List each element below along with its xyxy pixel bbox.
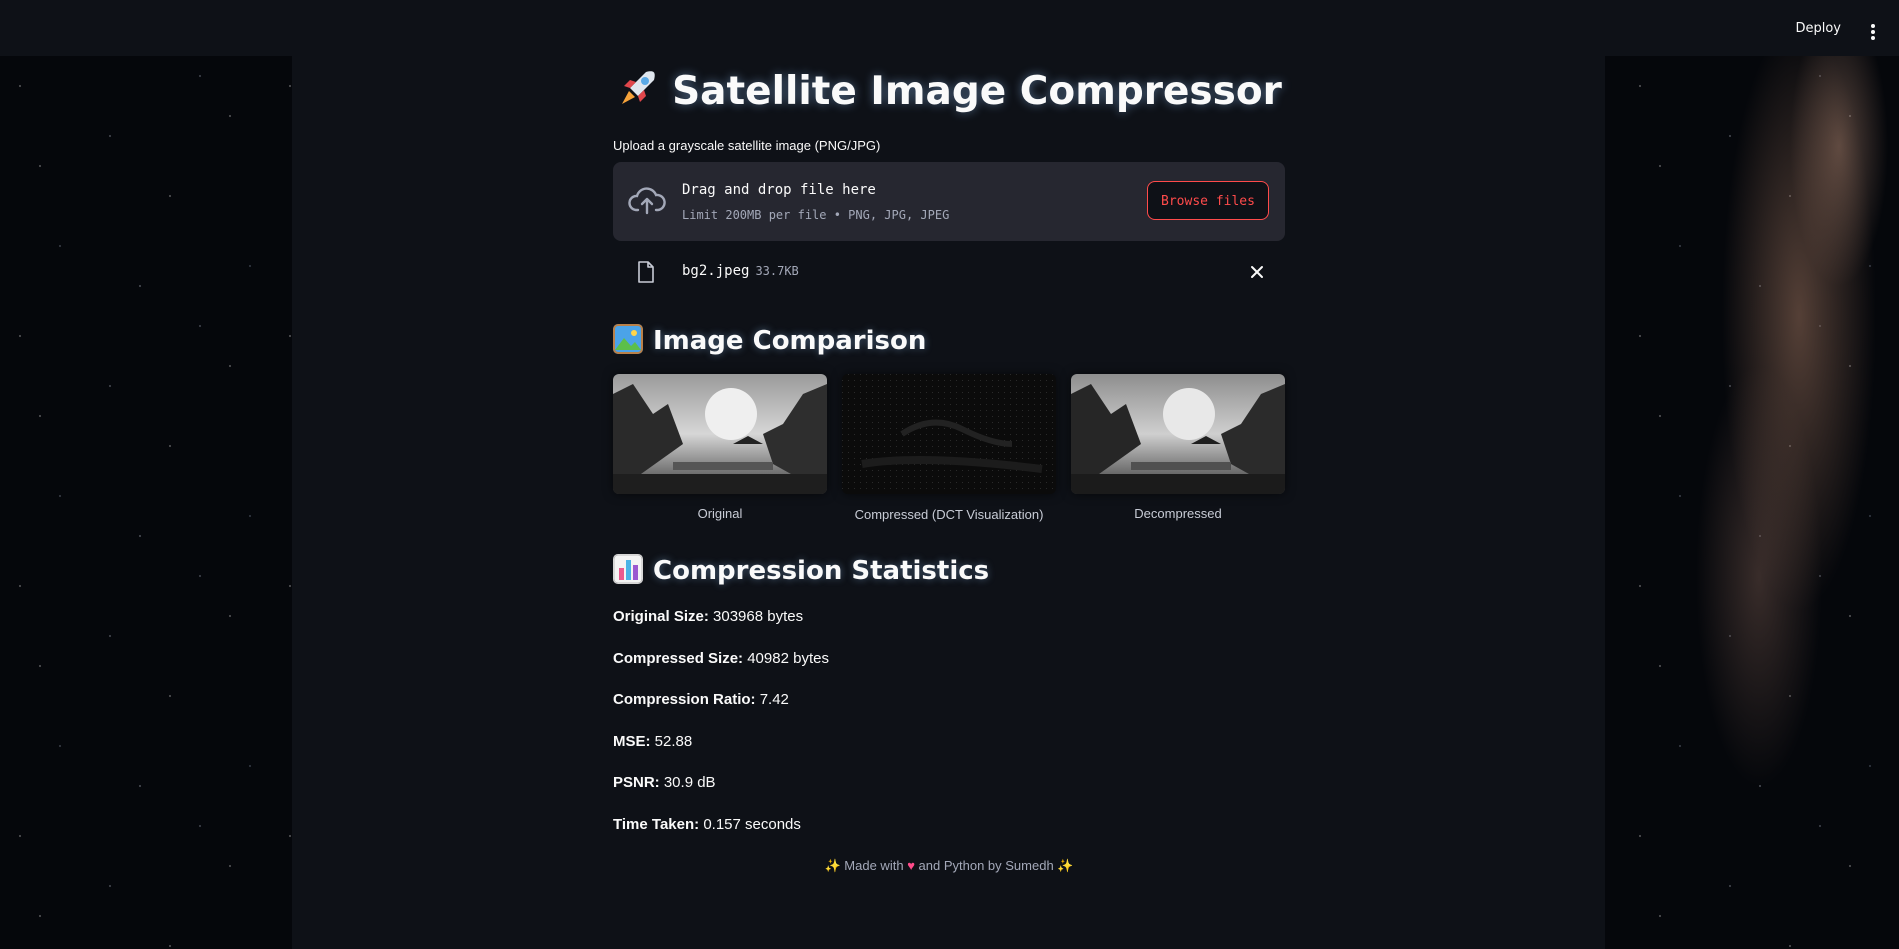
decompressed-image bbox=[1071, 374, 1285, 494]
stat-psnr: PSNR: 30.9 dB bbox=[613, 774, 716, 791]
title-text: Satellite Image Compressor bbox=[672, 69, 1282, 114]
cloud-upload-icon bbox=[628, 187, 666, 215]
footer: ✨ Made with ♥ and Python by Sumedh ✨ bbox=[613, 858, 1285, 874]
deploy-button[interactable]: Deploy bbox=[1795, 21, 1841, 36]
rocket-icon bbox=[616, 66, 660, 110]
remove-file-icon[interactable] bbox=[1249, 264, 1265, 280]
stat-mse: MSE: 52.88 bbox=[613, 733, 693, 750]
uploader-label: Upload a grayscale satellite image (PNG/… bbox=[613, 138, 881, 153]
milky-way-background bbox=[1609, 56, 1899, 949]
bar-chart-icon bbox=[613, 554, 643, 584]
file-name: bg2.jpeg bbox=[682, 263, 750, 279]
dropzone-limits: Limit 200MB per file • PNG, JPG, JPEG bbox=[682, 208, 950, 222]
framed-picture-icon bbox=[613, 324, 643, 354]
compression-statistics-title: Compression Statistics bbox=[653, 556, 990, 586]
original-image bbox=[613, 374, 827, 494]
stat-time-taken: Time Taken: 0.157 seconds bbox=[613, 816, 801, 833]
stat-compression-ratio: Compression Ratio: 7.42 bbox=[613, 691, 789, 708]
caption-decompressed: Decompressed bbox=[1134, 506, 1222, 521]
browse-files-button[interactable]: Browse files bbox=[1147, 181, 1269, 220]
page-title: Satellite Image Compressor bbox=[613, 66, 1285, 114]
app-header: Deploy bbox=[0, 0, 1899, 56]
footer-prefix: ✨ Made with bbox=[824, 858, 904, 873]
image-comparison-title: Image Comparison bbox=[653, 326, 927, 356]
kebab-menu-icon[interactable] bbox=[1871, 24, 1875, 40]
stat-compressed-size: Compressed Size: 40982 bytes bbox=[613, 650, 829, 667]
stat-original-size: Original Size: 303968 bytes bbox=[613, 608, 804, 625]
dropzone-title: Drag and drop file here bbox=[682, 182, 876, 198]
file-icon bbox=[638, 261, 654, 283]
file-size: 33.7KB bbox=[755, 264, 799, 278]
compression-statistics-heading: Compression Statistics bbox=[613, 554, 989, 586]
uploaded-file-row: bg2.jpeg 33.7KB bbox=[613, 258, 1285, 288]
image-comparison-heading: Image Comparison bbox=[613, 324, 926, 356]
footer-suffix: and Python by Sumedh ✨ bbox=[918, 858, 1074, 873]
caption-original: Original bbox=[697, 506, 743, 521]
heart-icon: ♥ bbox=[907, 858, 915, 873]
file-dropzone[interactable]: Drag and drop file here Limit 200MB per … bbox=[613, 162, 1285, 241]
compressed-dct-image bbox=[842, 374, 1056, 494]
caption-compressed: Compressed (DCT Visualization) bbox=[854, 507, 1044, 522]
